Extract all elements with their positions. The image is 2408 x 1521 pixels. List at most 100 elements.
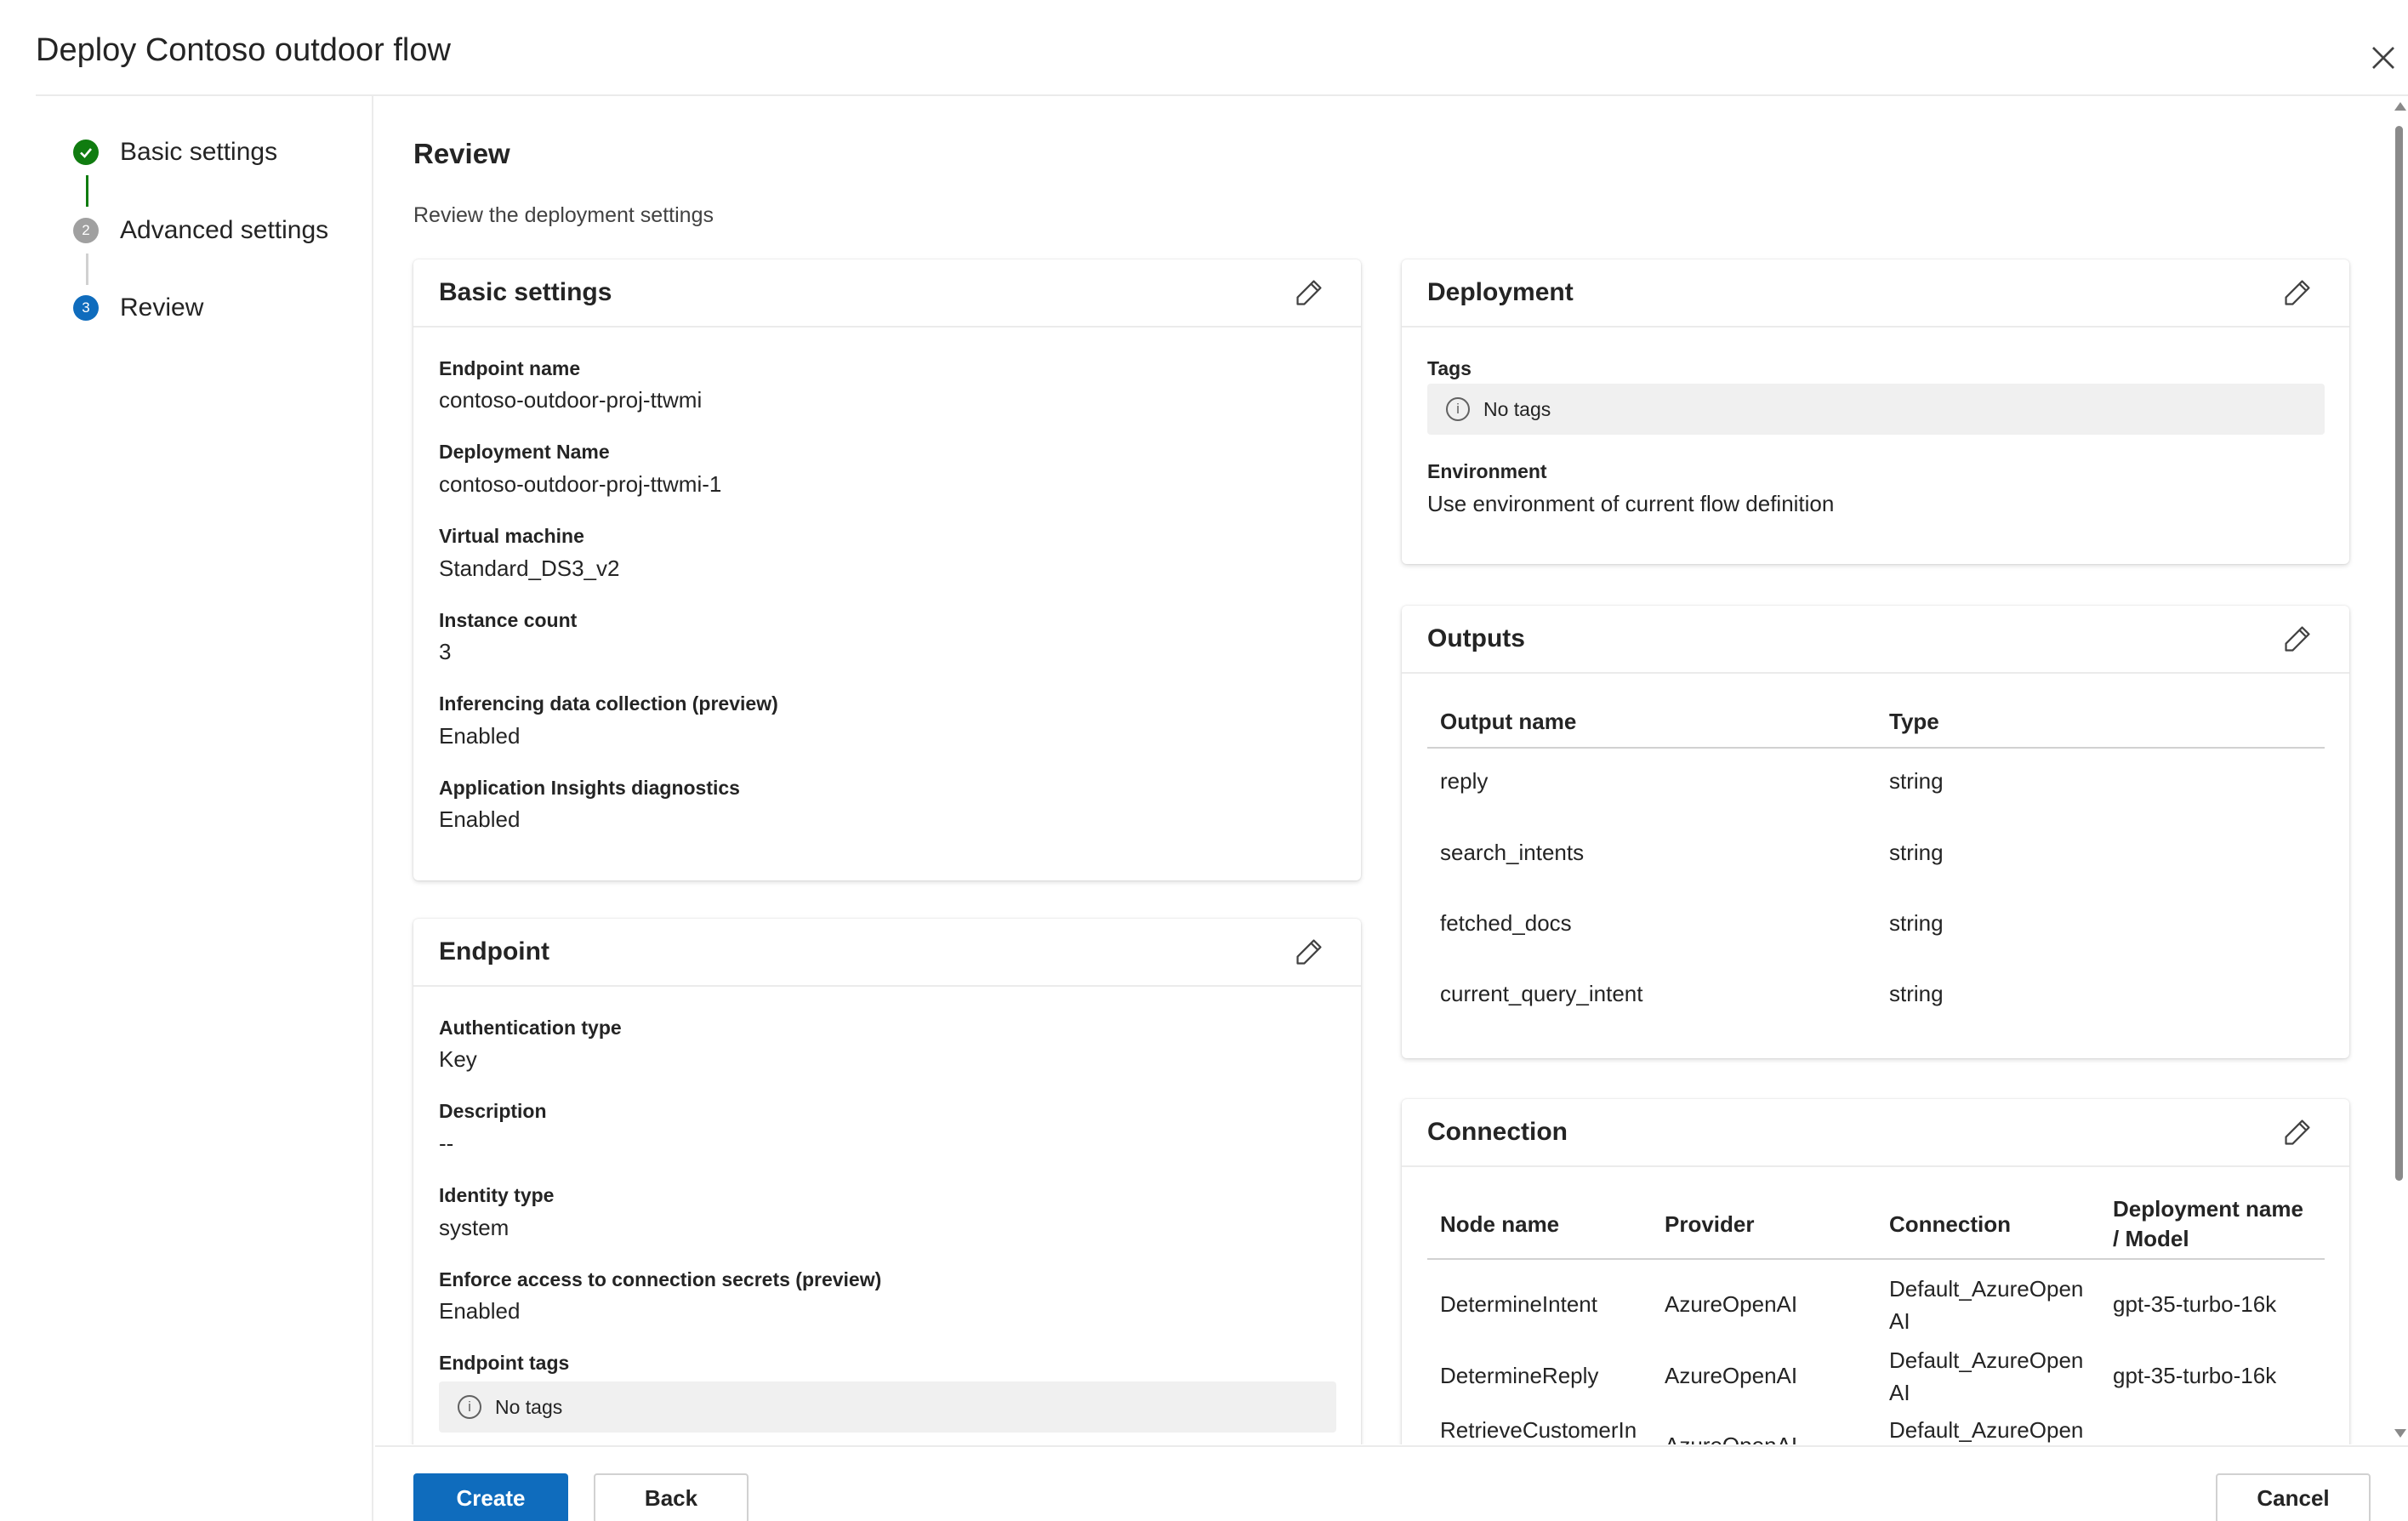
card-title: Basic settings: [439, 278, 612, 306]
card-header: Basic settings: [413, 259, 1361, 328]
create-button[interactable]: Create: [413, 1473, 568, 1521]
field-label: Environment: [1427, 460, 1547, 482]
card-header: Connection: [1402, 1099, 2349, 1167]
field-value: Standard_DS3_v2: [439, 555, 620, 581]
page-title: Review: [413, 138, 510, 169]
cancel-button[interactable]: Cancel: [2216, 1473, 2371, 1521]
step-review[interactable]: 3 Review: [73, 293, 203, 322]
scrollbar-thumb[interactable]: [2395, 126, 2403, 1181]
column-header: Connection: [1889, 1211, 2011, 1237]
field-label: Application Insights diagnostics: [439, 777, 740, 799]
field-value: Enabled: [439, 806, 521, 832]
back-button[interactable]: Back: [594, 1473, 749, 1521]
tags-value: No tags: [495, 1395, 563, 1418]
step-number-badge: 3: [73, 295, 99, 321]
column-header: Provider: [1665, 1211, 1755, 1237]
scroll-down-arrow-icon[interactable]: [2394, 1429, 2406, 1438]
close-icon[interactable]: [2368, 43, 2399, 73]
table-cell: AI: [1889, 1308, 1910, 1334]
table-cell: RetrieveCustomerIn: [1440, 1417, 1637, 1443]
field-value: Enabled: [439, 1298, 521, 1324]
vertical-scrollbar[interactable]: [2392, 102, 2408, 1446]
table-cell: current_query_intent: [1440, 981, 1643, 1006]
table-cell: AzureOpenAI: [1665, 1363, 1798, 1388]
pencil-icon[interactable]: [2281, 623, 2314, 655]
table-cell: search_intents: [1440, 840, 1585, 865]
deployment-card: Deployment Tags i No tags Environment Us…: [1402, 259, 2349, 564]
tags-value: No tags: [1483, 397, 1551, 420]
card-title: Endpoint: [439, 937, 549, 966]
field-value: --: [439, 1131, 454, 1156]
page-subtitle: Review the deployment settings: [413, 203, 714, 227]
table-cell: string: [1889, 981, 1944, 1006]
step-connector: [86, 254, 88, 285]
field-label: Instance count: [439, 609, 578, 631]
endpoint-card: Endpoint Authentication type Key Descrip…: [413, 919, 1361, 1444]
step-advanced-settings[interactable]: 2 Advanced settings: [73, 216, 328, 245]
field-label: Description: [439, 1100, 547, 1122]
pencil-icon[interactable]: [2281, 276, 2314, 309]
step-connector: [86, 175, 88, 207]
basic-settings-card: Basic settings Endpoint name contoso-out…: [413, 259, 1361, 880]
table-cell: string: [1889, 840, 1944, 865]
header-divider: [36, 94, 2408, 96]
info-icon: i: [458, 1395, 481, 1419]
card-title: Deployment: [1427, 278, 1574, 306]
table-cell: Default_AzureOpen: [1889, 1417, 2084, 1443]
step-number-badge: 2: [73, 218, 99, 243]
card-header: Outputs: [1402, 606, 2349, 674]
table-cell: fetched_docs: [1440, 910, 1572, 936]
field-value: 3: [439, 639, 452, 664]
field-value: system: [439, 1215, 509, 1240]
deployment-tags-box: i No tags: [1427, 384, 2325, 435]
endpoint-tags-box: i No tags: [439, 1381, 1336, 1433]
field-value: Enabled: [439, 723, 521, 749]
dialog-title: Deploy Contoso outdoor flow: [36, 32, 451, 68]
field-label: Deployment Name: [439, 441, 610, 463]
table-cell: gpt-35-turbo-16k: [2113, 1291, 2277, 1317]
pencil-icon[interactable]: [2281, 1116, 2314, 1148]
table-cell: string: [1889, 768, 1944, 794]
endpoint-card-viewport: Endpoint Authentication type Key Descrip…: [405, 910, 1375, 1444]
table-header-rule: [1427, 1258, 2325, 1260]
field-value: contoso-outdoor-proj-ttwmi-1: [439, 471, 722, 497]
step-label: Basic settings: [120, 138, 278, 166]
column-header: Output name: [1440, 709, 1577, 734]
table-cell: gpt-35-turbo-16k: [2113, 1363, 2277, 1388]
card-header: Deployment: [1402, 259, 2349, 328]
field-label: Endpoint name: [439, 357, 581, 379]
check-icon: [73, 140, 99, 165]
table-header-rule: [1427, 747, 2325, 749]
scroll-up-arrow-icon[interactable]: [2394, 102, 2406, 111]
field-label: Authentication type: [439, 1017, 622, 1039]
connection-card: Connection Node name Provider Connection…: [1402, 1099, 2349, 1444]
connection-card-viewport: Connection Node name Provider Connection…: [1393, 1091, 2363, 1444]
field-label: Endpoint tags: [439, 1352, 570, 1374]
field-label: Tags: [1427, 357, 1472, 379]
pencil-icon[interactable]: [1293, 936, 1325, 968]
column-header: / Model: [2113, 1226, 2189, 1251]
field-label: Inferencing data collection (preview): [439, 692, 778, 715]
table-cell: string: [1889, 910, 1944, 936]
column-header: Node name: [1440, 1211, 1560, 1237]
field-value: Key: [439, 1046, 477, 1072]
table-cell: Default_AzureOpen: [1889, 1347, 2084, 1373]
table-cell: DetermineIntent: [1440, 1291, 1597, 1317]
step-label: Review: [120, 293, 204, 322]
dialog-footer: Create Back Cancel: [375, 1445, 2408, 1521]
table-cell: reply: [1440, 768, 1489, 794]
pencil-icon[interactable]: [1293, 276, 1325, 309]
field-label: Identity type: [439, 1184, 555, 1206]
table-cell: Default_AzureOpen: [1889, 1276, 2084, 1302]
field-label: Enforce access to connection secrets (pr…: [439, 1268, 882, 1290]
field-value: Use environment of current flow definiti…: [1427, 491, 1835, 516]
card-header: Endpoint: [413, 919, 1361, 987]
info-icon: i: [1446, 397, 1470, 421]
field-label: Virtual machine: [439, 525, 584, 547]
step-label: Advanced settings: [120, 216, 329, 244]
card-title: Connection: [1427, 1118, 1568, 1146]
column-header: Type: [1889, 709, 1939, 734]
step-basic-settings[interactable]: Basic settings: [73, 138, 277, 167]
table-cell: AI: [1889, 1380, 1910, 1405]
outputs-card: Outputs Output name Type reply string se…: [1402, 606, 2349, 1058]
